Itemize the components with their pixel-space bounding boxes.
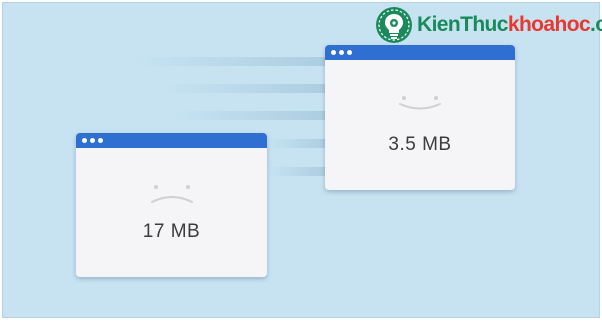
window-titlebar bbox=[325, 45, 515, 60]
file-size-label: 17 MB bbox=[142, 221, 201, 242]
site-logo: KienThuckhoahoc.org bbox=[375, 6, 602, 44]
file-size-label: 3.5 MB bbox=[388, 134, 452, 155]
window-titlebar bbox=[76, 133, 267, 148]
illustration-background: 17 MB 3.5 MB bbox=[2, 2, 600, 318]
window-dot-icon bbox=[82, 138, 87, 143]
speed-line bbox=[173, 111, 325, 120]
window-dot-icon bbox=[347, 50, 352, 55]
sad-face-icon bbox=[150, 185, 193, 203]
speed-line bbox=[268, 167, 325, 176]
logo-part-kienthuc: KienThuc bbox=[417, 13, 508, 36]
logo-part-khoahoc: khoahoc bbox=[507, 13, 591, 36]
browser-window-small: 3.5 MB bbox=[325, 45, 515, 190]
logo-wordmark: KienThuckhoahoc.org bbox=[417, 13, 602, 37]
lightbulb-gear-icon bbox=[376, 7, 412, 43]
window-dot-icon bbox=[339, 50, 344, 55]
speed-line bbox=[268, 139, 325, 148]
window-dot-icon bbox=[98, 138, 103, 143]
speed-line bbox=[133, 57, 325, 66]
window-dot-icon bbox=[331, 50, 336, 55]
logo-part-org: .org bbox=[590, 13, 602, 36]
happy-face-icon bbox=[399, 96, 441, 110]
speed-line bbox=[163, 84, 325, 93]
browser-window-large: 17 MB bbox=[76, 133, 267, 277]
window-dot-icon bbox=[90, 138, 95, 143]
